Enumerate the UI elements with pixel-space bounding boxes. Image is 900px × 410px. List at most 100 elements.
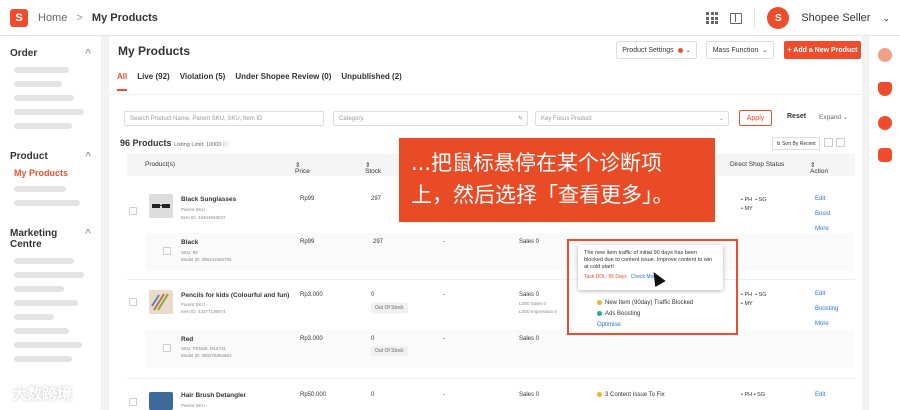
grid-view-icon[interactable] xyxy=(836,138,845,147)
search-input[interactable]: Search Product Name, Parent SKU, SKU, It… xyxy=(124,111,324,126)
sidebar-item-blurred[interactable] xyxy=(14,328,69,334)
sidebar-section-marketing[interactable]: Marketing Centre ^ xyxy=(0,228,101,250)
stock: 0 xyxy=(371,392,375,398)
tab-unpublished[interactable]: Unpublished (2) xyxy=(341,72,401,91)
sidebar-item-blurred[interactable] xyxy=(14,186,66,192)
edit-link[interactable]: Edit xyxy=(815,392,825,398)
sidebar-item-blurred[interactable] xyxy=(14,286,64,292)
dash: - xyxy=(443,392,445,398)
variant-stock: 0 xyxy=(371,336,375,342)
tab-divider xyxy=(109,94,862,95)
book-icon[interactable] xyxy=(730,12,743,24)
row-checkbox[interactable] xyxy=(129,298,137,306)
variant-sku: SKU: PENSIL MULTI4 xyxy=(181,346,226,351)
col-direct-shop: Direct Shop Status xyxy=(730,161,785,168)
breadcrumb-home[interactable]: Home xyxy=(38,12,67,24)
key-focus-select[interactable]: Key Focus Product ⌄ xyxy=(535,111,729,126)
product-name[interactable]: Hair Brush Detangler xyxy=(181,392,246,399)
apply-button[interactable]: Apply xyxy=(739,110,772,126)
top-bar: S Home > My Products S Shopee Seller ⌄ xyxy=(0,0,900,36)
tab-live[interactable]: Live (92) xyxy=(137,72,169,91)
variant-name: Black xyxy=(181,239,199,246)
out-of-stock-badge: Out Of Stock xyxy=(371,346,408,356)
parent-sku: Parent SKU - xyxy=(181,302,208,307)
collapse-icon: ^ xyxy=(85,228,91,239)
sales: Sales 0 xyxy=(519,292,540,298)
add-product-button[interactable]: + Add a New Product xyxy=(784,41,861,59)
col-stock[interactable]: Stock ⇕ xyxy=(365,161,381,175)
chevron-down-icon[interactable]: ⌄ xyxy=(882,13,890,24)
boosting-link[interactable]: Boosting xyxy=(815,306,838,312)
row-checkbox[interactable] xyxy=(129,207,137,215)
l30d-impression: L30D Impression 4 xyxy=(519,309,557,314)
sidebar-item-blurred[interactable] xyxy=(14,67,69,73)
apps-grid-icon[interactable] xyxy=(706,12,719,24)
row-checkbox[interactable] xyxy=(129,398,137,406)
variant-checkbox[interactable] xyxy=(163,247,171,255)
price: Rp3.000 xyxy=(300,292,323,298)
collapse-icon: ^ xyxy=(85,151,91,162)
more-link[interactable]: More xyxy=(815,321,829,327)
sidebar-item-blurred[interactable] xyxy=(14,109,84,115)
product-name[interactable]: Pencils for kids (Colourful and fun) xyxy=(181,292,289,299)
product-image[interactable] xyxy=(149,392,173,410)
product-image[interactable] xyxy=(149,194,173,218)
list-view-icon[interactable] xyxy=(824,138,833,147)
variant-dash: - xyxy=(443,336,445,342)
parent-sku: Parent SKU - xyxy=(181,403,208,408)
price: Rp50.000 xyxy=(300,392,327,398)
variant-dash: - xyxy=(443,239,445,245)
sidebar-item-blurred[interactable] xyxy=(14,300,78,306)
row-divider xyxy=(127,279,855,280)
edit-link[interactable]: Edit xyxy=(815,196,825,202)
diagnosis-tooltip: The new item traffic of initial 90 days … xyxy=(578,245,723,290)
sidebar-item-blurred[interactable] xyxy=(14,342,82,348)
product-image[interactable] xyxy=(149,290,173,314)
reset-button[interactable]: Reset xyxy=(787,113,806,120)
collapse-icon: ^ xyxy=(85,48,91,59)
chat-icon[interactable] xyxy=(878,148,892,162)
support-icon[interactable] xyxy=(878,116,892,130)
sidebar: Order ^ Product ^ My Products Marketing Ce… xyxy=(0,36,102,410)
sort-button[interactable]: ⇅ Sort By Recent xyxy=(772,137,820,150)
variant-checkbox[interactable] xyxy=(163,344,171,352)
more-link[interactable]: More xyxy=(815,226,829,232)
avatar[interactable]: S xyxy=(767,7,790,29)
sidebar-item-blurred[interactable] xyxy=(14,356,72,362)
sidebar-item-blurred[interactable] xyxy=(14,272,84,278)
variant-sales: Sales 0 xyxy=(519,239,540,245)
col-price[interactable]: Price ⇕ xyxy=(295,161,310,175)
assistant-avatar-icon[interactable] xyxy=(878,48,892,62)
sidebar-item-my-products[interactable]: My Products xyxy=(14,168,101,178)
warning-dot-icon xyxy=(597,392,602,397)
dash: - xyxy=(443,292,445,298)
sidebar-section-order[interactable]: Order ^ xyxy=(0,48,101,59)
sidebar-section-product[interactable]: Product ^ xyxy=(0,151,101,162)
tab-all[interactable]: All xyxy=(117,72,128,91)
shop-name[interactable]: Shopee Seller xyxy=(801,12,870,24)
mass-function-button[interactable]: Mass Function ⌄ xyxy=(706,41,774,59)
task-deadline: Task DDL: 55 Days xyxy=(584,273,627,280)
boost-link[interactable]: Boost xyxy=(815,211,830,217)
direct-shop-status: • PH • SG xyxy=(741,392,766,398)
variant-sku: SKU: 99 xyxy=(181,250,198,255)
product-name[interactable]: Black Sunglasses xyxy=(181,196,236,203)
sidebar-item-blurred[interactable] xyxy=(14,95,74,101)
sidebar-item-blurred[interactable] xyxy=(14,314,54,320)
shopee-logo[interactable]: S xyxy=(10,8,28,27)
tab-under-review[interactable]: Under Shopee Review (0) xyxy=(235,72,331,91)
category-select[interactable]: Category ✎ xyxy=(333,111,528,126)
bell-icon[interactable] xyxy=(878,82,892,96)
sidebar-item-blurred[interactable] xyxy=(14,123,72,129)
sidebar-item-blurred[interactable] xyxy=(14,81,62,87)
expand-button[interactable]: Expand ⌄ xyxy=(819,113,848,121)
sidebar-item-blurred[interactable] xyxy=(14,258,74,264)
sidebar-item-blurred[interactable] xyxy=(14,200,80,206)
diagnosis-content-issue[interactable]: 3 Content Issue To Fix xyxy=(597,392,665,398)
product-settings-button[interactable]: Product Settings ⌄ xyxy=(616,41,697,59)
edit-link[interactable]: Edit xyxy=(815,291,825,297)
sales: Sales 0 xyxy=(519,392,540,398)
l30d-sales: L30D Sales 0 xyxy=(519,301,547,306)
stock: 0 xyxy=(371,292,375,298)
tab-violation[interactable]: Violation (5) xyxy=(180,72,226,91)
